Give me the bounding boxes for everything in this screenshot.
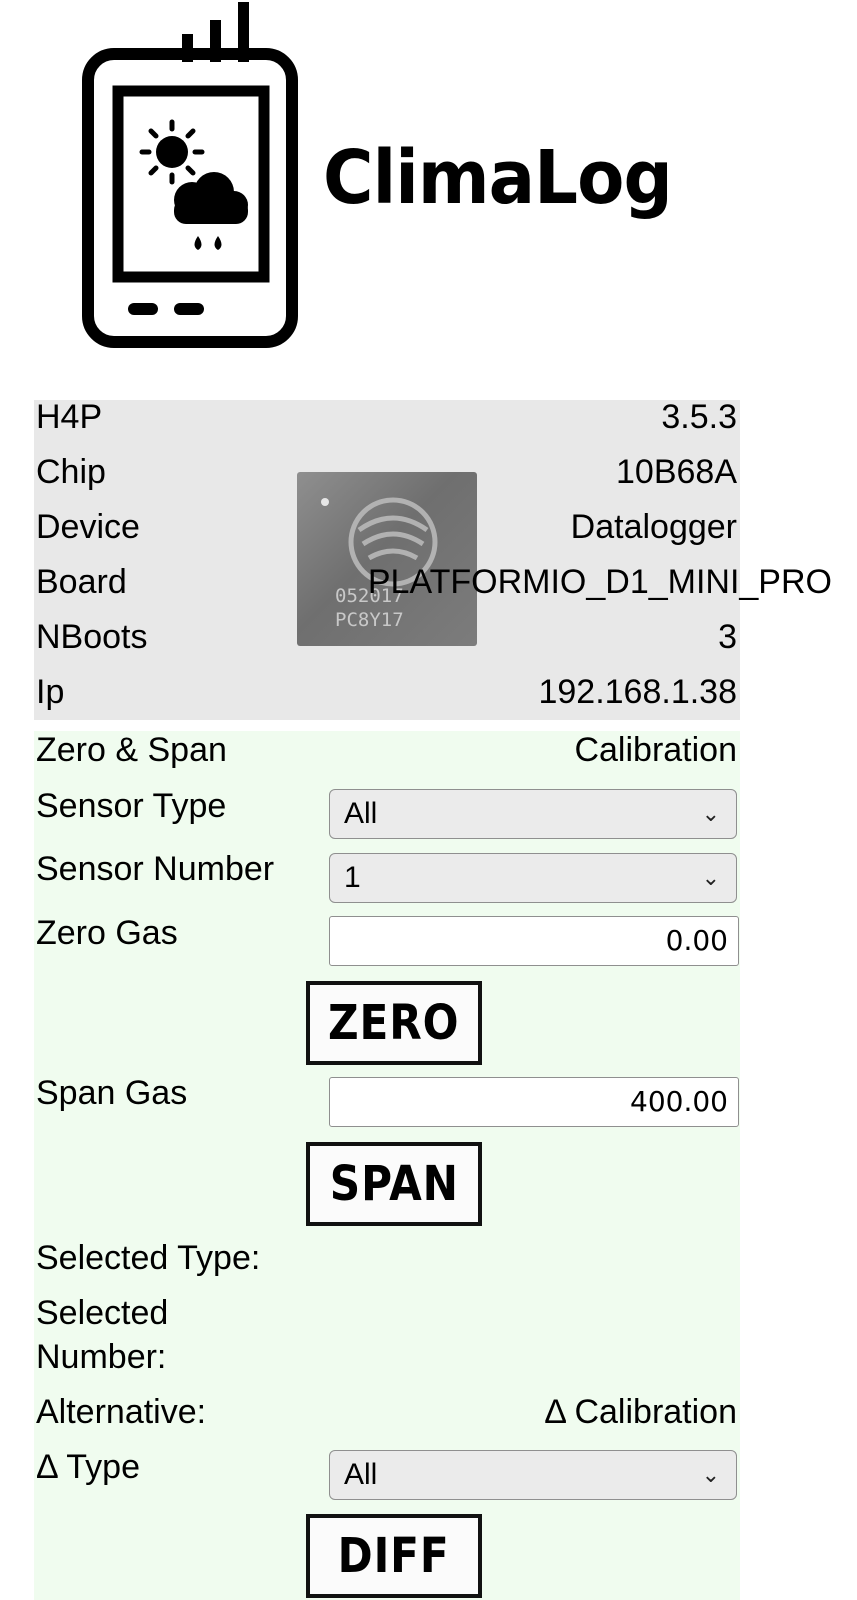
- chevron-down-icon: ⌄: [701, 801, 720, 826]
- chevron-down-icon: ⌄: [701, 865, 720, 890]
- diff-button[interactable]: DIFF: [306, 1514, 482, 1598]
- calibration-heading-value: Calibration: [574, 731, 737, 769]
- sensor-type-selected: All: [344, 797, 378, 830]
- zero-gas-label: Zero Gas: [36, 914, 178, 952]
- span-gas-input[interactable]: 400.00: [329, 1077, 739, 1127]
- info-value: 3: [718, 618, 737, 656]
- info-value: PLATFORMIO_D1_MINI_PRO: [367, 563, 832, 601]
- diff-button-label: DIFF: [337, 1528, 451, 1584]
- sensor-number-selected: 1: [344, 861, 361, 894]
- selected-type-label: Selected Type:: [36, 1239, 261, 1277]
- sensor-type-label: Sensor Type: [36, 787, 227, 825]
- info-label: Board: [36, 563, 127, 601]
- span-button[interactable]: SPAN: [306, 1142, 482, 1226]
- info-value: 10B68A: [616, 453, 737, 491]
- selected-number-label-line2: Number:: [36, 1338, 167, 1376]
- info-row-board: Board PLATFORMIO_D1_MINI_PRO: [34, 555, 832, 610]
- alternative-row: Alternative: Δ Calibration: [34, 1385, 740, 1440]
- info-value: 192.168.1.38: [538, 673, 737, 711]
- delta-type-label: Δ Type: [36, 1448, 140, 1486]
- chevron-down-icon: ⌄: [701, 1462, 720, 1487]
- calibration-heading-label: Zero & Span: [36, 731, 227, 769]
- info-label: Device: [36, 508, 140, 546]
- info-label: NBoots: [36, 618, 148, 656]
- delta-type-selected: All: [344, 1458, 378, 1491]
- calibration-heading: Zero & Span Calibration: [34, 723, 740, 778]
- info-label: Chip: [36, 453, 106, 491]
- datalogger-logo-icon: [82, 0, 298, 348]
- alternative-label: Alternative:: [36, 1393, 207, 1431]
- calibration-panel: Zero & Span Calibration Sensor Type All …: [34, 731, 740, 1600]
- info-row-nboots: NBoots 3: [34, 610, 740, 665]
- info-row-ip: Ip 192.168.1.38: [34, 665, 740, 720]
- zero-button[interactable]: ZERO: [306, 981, 482, 1065]
- info-value: Datalogger: [570, 508, 737, 546]
- info-row-chip: Chip 10B68A: [34, 445, 740, 500]
- info-value: 3.5.3: [661, 398, 737, 436]
- zero-gas-input[interactable]: 0.00: [329, 916, 739, 966]
- span-button-label: SPAN: [329, 1156, 459, 1212]
- selected-type-row: Selected Type:: [34, 1231, 740, 1286]
- device-info-panel: 052017 PC8Y17 H4P 3.5.3 Chip 10B68A Devi…: [34, 398, 832, 720]
- span-gas-label: Span Gas: [36, 1074, 188, 1112]
- app-title: ClimaLog: [323, 135, 673, 221]
- sun-icon: [139, 119, 205, 185]
- alternative-value: Δ Calibration: [544, 1393, 737, 1431]
- zero-button-label: ZERO: [328, 995, 460, 1051]
- sensor-number-select[interactable]: 1 ⌄: [329, 853, 737, 903]
- info-label: H4P: [36, 398, 103, 436]
- info-label: Ip: [36, 673, 65, 711]
- sensor-type-select[interactable]: All ⌄: [329, 789, 737, 839]
- delta-type-select[interactable]: All ⌄: [329, 1450, 737, 1500]
- info-row-h4p: H4P 3.5.3: [34, 390, 740, 445]
- rain-cloud-icon: [174, 172, 248, 250]
- info-row-device: Device Datalogger: [34, 500, 740, 555]
- sensor-number-label: Sensor Number: [36, 850, 275, 888]
- selected-number-row-2: Number:: [34, 1330, 740, 1385]
